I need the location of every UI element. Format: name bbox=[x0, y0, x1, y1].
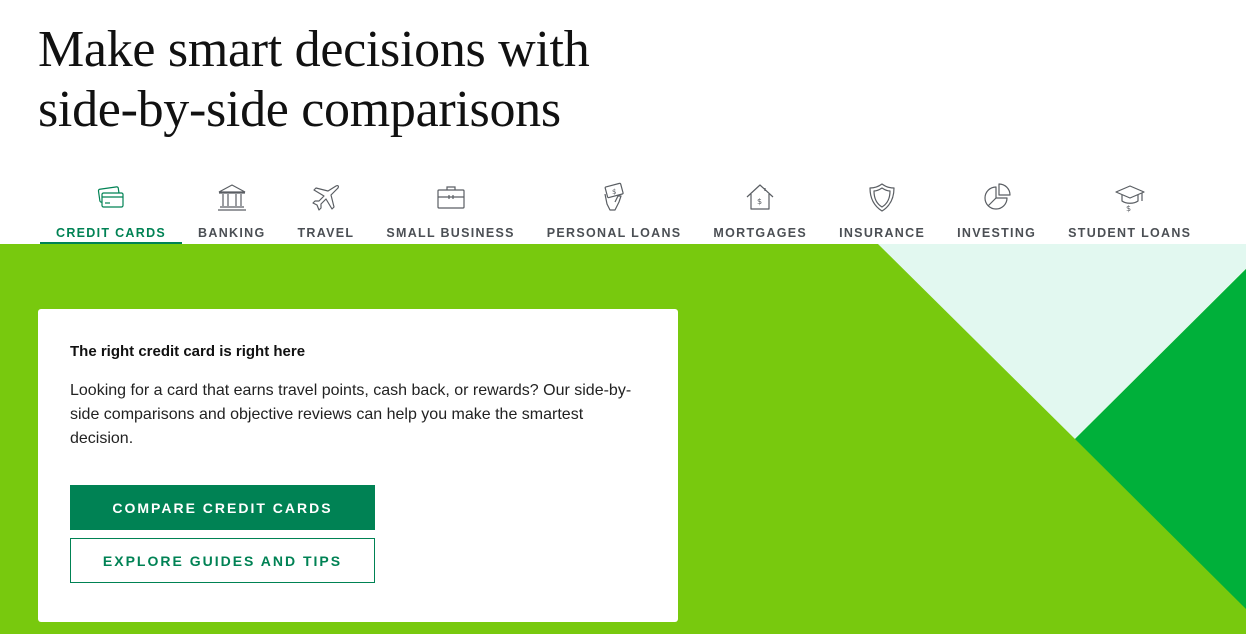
briefcase-icon bbox=[434, 180, 468, 214]
tab-banking[interactable]: BANKING bbox=[182, 176, 281, 244]
tab-banking-label: BANKING bbox=[198, 226, 266, 240]
bank-icon bbox=[215, 180, 249, 214]
graduation-cap-icon: $ bbox=[1113, 180, 1147, 214]
tab-insurance[interactable]: INSURANCE bbox=[823, 176, 941, 244]
shield-icon bbox=[865, 180, 899, 214]
tab-small-business-label: SMALL BUSINESS bbox=[386, 226, 515, 240]
svg-text:$: $ bbox=[1126, 204, 1131, 213]
page-headline: Make smart decisions with side-by-side c… bbox=[38, 20, 590, 140]
tab-student-loans-label: STUDENT LOANS bbox=[1068, 226, 1192, 240]
headline-line-2: side-by-side comparisons bbox=[38, 81, 561, 138]
tab-insurance-label: INSURANCE bbox=[839, 226, 926, 240]
house-icon: $ bbox=[743, 180, 777, 214]
tab-mortgages-label: MORTGAGES bbox=[713, 226, 808, 240]
svg-text:$: $ bbox=[612, 188, 616, 196]
tab-credit-cards-label: CREDIT CARDS bbox=[56, 226, 167, 240]
pie-chart-icon bbox=[980, 180, 1014, 214]
svg-text:$: $ bbox=[757, 197, 762, 206]
tab-credit-cards[interactable]: CREDIT CARDS bbox=[40, 176, 183, 244]
tab-investing-label: INVESTING bbox=[957, 226, 1037, 240]
tab-personal-loans-label: PERSONAL LOANS bbox=[546, 226, 682, 240]
category-tabs: CREDIT CARDS BANKING TRAVEL SMALL BUSINE… bbox=[40, 176, 1207, 244]
credit-card-icon bbox=[94, 180, 128, 214]
tab-small-business[interactable]: SMALL BUSINESS bbox=[370, 176, 530, 244]
compare-credit-cards-button[interactable]: COMPARE CREDIT CARDS bbox=[70, 485, 375, 530]
headline-line-1: Make smart decisions with bbox=[38, 21, 590, 78]
airplane-icon bbox=[309, 180, 343, 214]
credit-card-promo-card: The right credit card is right here Look… bbox=[38, 309, 678, 622]
promo-description: Looking for a card that earns travel poi… bbox=[70, 382, 632, 447]
tab-personal-loans[interactable]: $ PERSONAL LOANS bbox=[531, 176, 698, 244]
tab-student-loans[interactable]: $ STUDENT LOANS bbox=[1052, 176, 1207, 244]
explore-guides-button[interactable]: EXPLORE GUIDES AND TIPS bbox=[70, 538, 375, 583]
money-hand-icon: $ bbox=[597, 180, 631, 214]
tab-travel-label: TRAVEL bbox=[297, 226, 355, 240]
hero-banner: The right credit card is right here Look… bbox=[0, 244, 1246, 634]
promo-title: The right credit card is right here bbox=[70, 343, 306, 360]
tab-travel[interactable]: TRAVEL bbox=[281, 176, 370, 244]
tab-mortgages[interactable]: $ MORTGAGES bbox=[697, 176, 823, 244]
tab-investing[interactable]: INVESTING bbox=[941, 176, 1052, 244]
